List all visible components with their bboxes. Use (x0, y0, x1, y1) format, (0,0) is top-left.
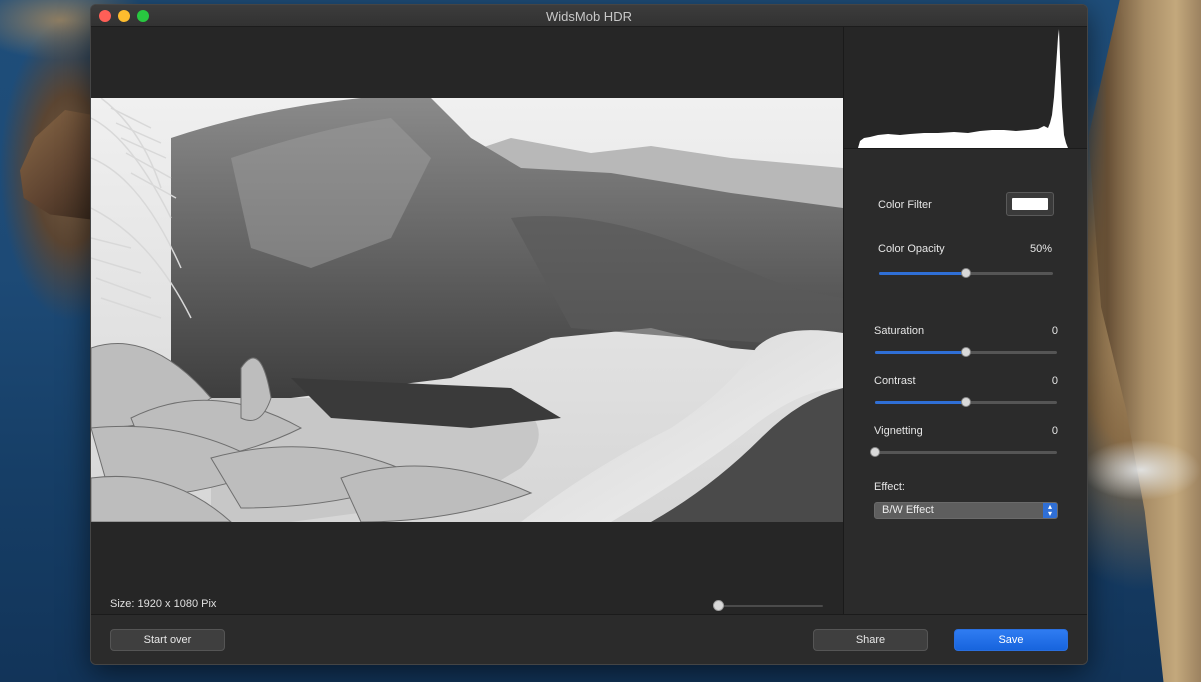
saturation-slider-knob[interactable] (961, 347, 971, 357)
vignetting-value: 0 (1051, 425, 1058, 437)
desktop-wallpaper-rock-left (20, 110, 95, 220)
color-opacity-slider[interactable] (879, 268, 1053, 278)
landscape-photo (91, 98, 843, 522)
chevron-up-down-icon: ▴ ▾ (1043, 503, 1057, 518)
histogram-graph (858, 29, 1068, 148)
photo-preview (91, 98, 843, 522)
contrast-slider-fill (875, 401, 966, 404)
save-button[interactable]: Save (954, 629, 1068, 651)
color-filter-label: Color Filter (878, 199, 932, 211)
histogram (844, 27, 1087, 149)
saturation-slider[interactable] (875, 347, 1057, 357)
vignetting-slider[interactable] (870, 447, 1057, 457)
effect-select-value: B/W Effect (882, 504, 934, 516)
saturation-slider-fill (875, 351, 966, 354)
zoom-slider-track[interactable] (718, 605, 823, 607)
color-opacity-slider-fill (879, 272, 966, 275)
effect-select[interactable]: B/W Effect ▴ ▾ (874, 502, 1058, 519)
desktop-wallpaper-cliff-right (1088, 0, 1201, 682)
image-canvas: Size: 1920 x 1080 Pix (91, 27, 843, 614)
vignetting-slider-knob[interactable] (870, 447, 880, 457)
color-opacity-value: 50% (1029, 243, 1052, 255)
color-filter-button[interactable] (1006, 192, 1054, 216)
share-button[interactable]: Share (813, 629, 928, 651)
start-over-button[interactable]: Start over (110, 629, 225, 651)
app-window: WidsMob HDR Size: 1920 x 1080 Pix Color … (90, 4, 1088, 665)
image-size-label: Size: 1920 x 1080 Pix (110, 598, 217, 610)
vignetting-label: Vignetting (874, 425, 923, 437)
saturation-value: 0 (1051, 325, 1058, 337)
color-opacity-slider-knob[interactable] (961, 268, 971, 278)
window-title: WidsMob HDR (546, 9, 632, 24)
zoom-slider-knob[interactable] (713, 600, 724, 611)
adjustments-panel: Color Filter Color Opacity 50% Saturatio… (843, 27, 1087, 614)
color-opacity-label: Color Opacity (878, 243, 945, 255)
contrast-value: 0 (1051, 375, 1058, 387)
saturation-label: Saturation (874, 325, 925, 337)
contrast-slider[interactable] (875, 397, 1057, 407)
footer-bar: Start over Share Save (91, 614, 1087, 664)
contrast-label: Contrast (874, 375, 916, 387)
desktop-wallpaper-surf (1081, 420, 1201, 520)
color-filter-swatch (1012, 198, 1048, 210)
contrast-slider-knob[interactable] (961, 397, 971, 407)
effect-label: Effect: (874, 481, 905, 493)
title-bar: WidsMob HDR (91, 5, 1087, 27)
